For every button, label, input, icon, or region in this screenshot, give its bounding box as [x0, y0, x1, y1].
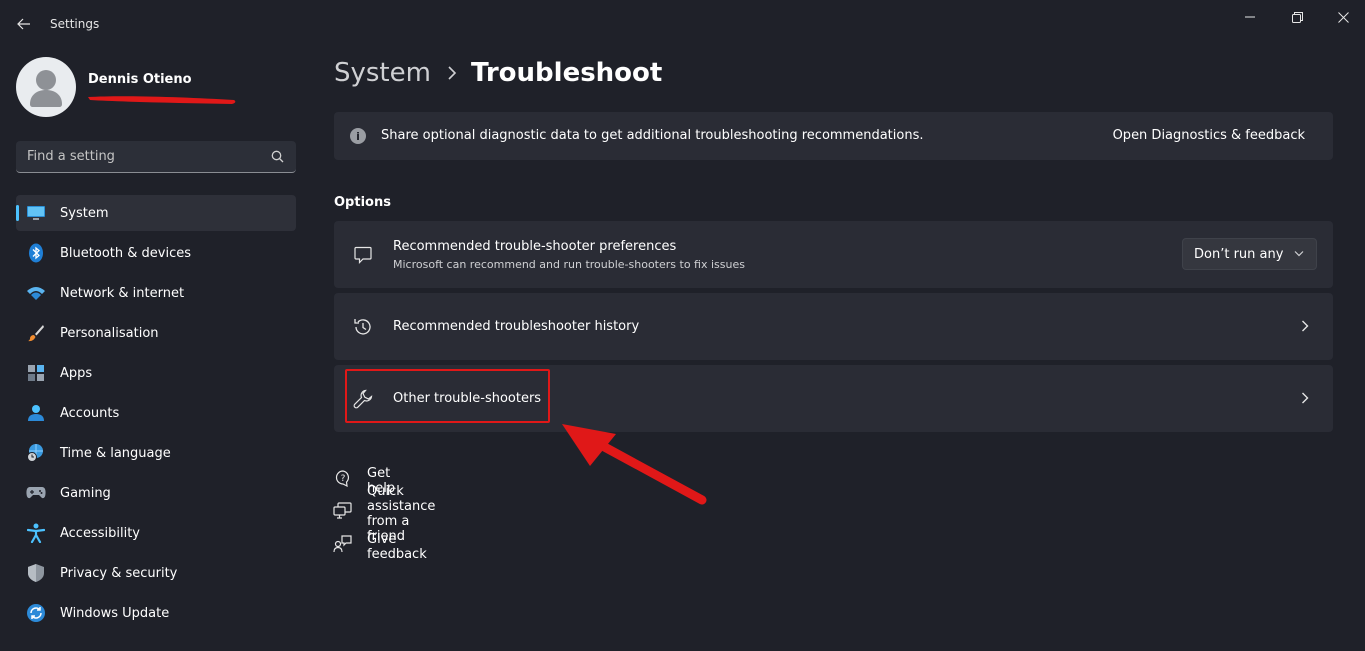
- profile-name: Dennis Otieno: [88, 72, 192, 87]
- sidebar-item-accessibility[interactable]: Accessibility: [16, 515, 296, 551]
- bluetooth-icon: [26, 243, 46, 263]
- restore-icon: [1291, 11, 1303, 23]
- info-icon: i: [350, 128, 366, 144]
- chevron-right-icon: [1297, 390, 1313, 406]
- person-icon: [26, 403, 46, 423]
- dropdown-value: Don’t run any: [1194, 246, 1284, 262]
- search-box[interactable]: [16, 141, 296, 173]
- troubleshooter-preference-dropdown[interactable]: Don’t run any: [1182, 238, 1317, 270]
- feedback-icon: [333, 534, 353, 554]
- options-heading: Options: [334, 195, 391, 210]
- highlight-box-annotation: [345, 369, 550, 423]
- search-icon[interactable]: [271, 150, 284, 163]
- page-title: Troubleshoot: [470, 58, 663, 88]
- sidebar-item-bluetooth[interactable]: Bluetooth & devices: [16, 235, 296, 271]
- sidebar-item-label: Accessibility: [60, 525, 140, 541]
- sidebar-item-label: Apps: [60, 365, 93, 381]
- back-arrow-icon: [17, 18, 30, 30]
- sidebar-item-apps[interactable]: Apps: [16, 355, 296, 391]
- wifi-icon: [26, 283, 46, 303]
- troubleshooter-history-card[interactable]: Recommended troubleshooter history: [334, 293, 1333, 360]
- sidebar-item-accounts[interactable]: Accounts: [16, 395, 296, 431]
- card-description: Microsoft can recommend and run trouble-…: [393, 258, 745, 271]
- monitor-icon: [26, 203, 46, 223]
- close-button[interactable]: [1331, 8, 1355, 26]
- arrow-annotation: [562, 424, 707, 505]
- sidebar-item-label: Accounts: [60, 405, 120, 421]
- sidebar-item-label: Personalisation: [60, 325, 159, 341]
- history-icon: [352, 316, 374, 338]
- minimize-icon: [1245, 16, 1255, 18]
- card-title: Recommended troubleshooter history: [393, 319, 640, 334]
- remote-assist-icon: [333, 501, 353, 521]
- gamepad-icon: [26, 483, 46, 503]
- sidebar-item-personalisation[interactable]: Personalisation: [16, 315, 296, 351]
- sidebar-item-label: System: [60, 205, 109, 221]
- close-icon: [1337, 11, 1349, 23]
- title-bar: Settings: [0, 0, 1365, 48]
- sidebar-item-windows-update[interactable]: Windows Update: [16, 595, 296, 631]
- user-avatar-icon: [30, 70, 62, 107]
- sidebar-item-privacy-security[interactable]: Privacy & security: [16, 555, 296, 591]
- minimize-button[interactable]: [1238, 8, 1262, 26]
- sidebar-item-label: Time & language: [60, 445, 171, 461]
- brush-icon: [26, 323, 46, 343]
- info-text: Share optional diagnostic data to get ad…: [381, 128, 924, 143]
- search-input[interactable]: [16, 149, 256, 164]
- breadcrumb: System Troubleshoot: [334, 58, 662, 88]
- apps-icon: [26, 363, 46, 383]
- redaction-scribble: [88, 96, 236, 104]
- sidebar-item-label: Windows Update: [60, 605, 170, 621]
- sidebar-item-gaming[interactable]: Gaming: [16, 475, 296, 511]
- card-title: Recommended trouble-shooter preferences: [393, 239, 677, 254]
- globe-clock-icon: [26, 443, 46, 463]
- sidebar-item-network[interactable]: Network & internet: [16, 275, 296, 311]
- sidebar-item-label: Gaming: [60, 485, 111, 501]
- app-title: Settings: [50, 17, 100, 31]
- open-diagnostics-link[interactable]: Open Diagnostics & feedback: [1113, 128, 1305, 143]
- help-icon: ?: [333, 468, 353, 488]
- chevron-right-icon: [1297, 318, 1313, 334]
- shield-icon: [26, 563, 46, 583]
- sidebar-nav: System Bluetooth & devices Network & int…: [16, 195, 296, 635]
- restore-button[interactable]: [1285, 8, 1309, 26]
- chevron-right-icon: [447, 66, 457, 80]
- sidebar-item-label: Network & internet: [60, 285, 185, 301]
- avatar[interactable]: [16, 57, 76, 117]
- chevron-down-icon: [1294, 251, 1304, 257]
- sidebar-item-label: Bluetooth & devices: [60, 245, 191, 261]
- svg-text:?: ?: [341, 474, 346, 484]
- breadcrumb-parent[interactable]: System: [334, 58, 431, 88]
- help-link-label: Give feedback: [367, 531, 427, 562]
- sidebar-item-time-language[interactable]: Time & language: [16, 435, 296, 471]
- troubleshooter-preferences-card[interactable]: Recommended trouble-shooter preferences …: [334, 221, 1333, 288]
- diagnostic-info-bar: i Share optional diagnostic data to get …: [334, 112, 1333, 160]
- accessibility-icon: [26, 523, 46, 543]
- sidebar-item-label: Privacy & security: [60, 565, 178, 581]
- back-button[interactable]: [10, 12, 38, 36]
- update-icon: [26, 603, 46, 623]
- sidebar-item-system[interactable]: System: [16, 195, 296, 231]
- chat-icon: [352, 244, 374, 266]
